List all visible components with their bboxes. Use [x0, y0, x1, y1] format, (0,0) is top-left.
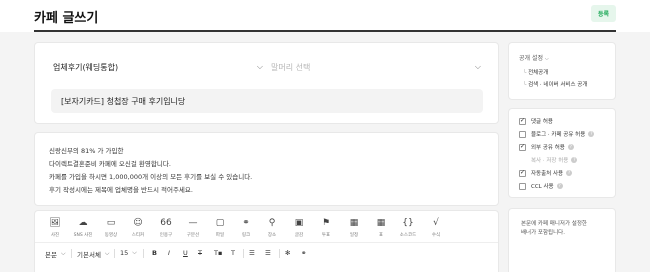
info-line: 배너가 포함됩니다.: [521, 230, 565, 236]
title-input-value: [보자기카드] 청첩장 구매 후기입니당: [61, 96, 186, 106]
cloud-icon: ☁: [78, 218, 88, 228]
quote-icon: 66: [160, 218, 172, 228]
page-title: 카페 글쓰기: [34, 11, 99, 26]
line-icon: —: [188, 218, 198, 228]
help-icon[interactable]: ?: [566, 170, 573, 176]
head-select-placeholder: 말머리 선택: [271, 62, 311, 72]
checkbox-checked[interactable]: ✓: [519, 169, 526, 177]
chevron-down-icon: ⌵: [104, 250, 110, 257]
chevron-down-icon: ⌵: [474, 62, 481, 71]
format-divider: [243, 249, 244, 258]
options-panel: ✓ 댓글 허용 블로그 · 카페 공유 허용 ? ✓ 외부 공유 허용 ? 복사…: [508, 108, 616, 198]
format-divider: [71, 249, 72, 258]
smile-icon: ☺: [133, 218, 143, 228]
video-tool[interactable]: ▭ 동영상: [100, 217, 122, 239]
source-code-tool[interactable]: {} 소스코드: [397, 217, 419, 239]
table-icon: ▦: [376, 218, 386, 228]
schedule-tool[interactable]: ▦ 일정: [343, 217, 365, 239]
paragraph-style-select[interactable]: 본문 ⌵: [45, 249, 66, 259]
sns-photo-tool[interactable]: ☁ SNS 사진: [72, 217, 94, 239]
text-color-icon[interactable]: T▪: [214, 249, 222, 257]
font-size-select[interactable]: 15 ⌵: [120, 249, 137, 257]
link-icon[interactable]: ⚭: [301, 249, 306, 257]
formula-icon: √: [433, 218, 439, 228]
chevron-down-icon: ⌵: [132, 249, 137, 256]
photo-icon: 🖼: [49, 218, 61, 228]
checkbox-checked[interactable]: ✓: [519, 143, 526, 151]
link-icon: ⚭: [242, 218, 250, 228]
notice-line: 다이렉트결혼준비 카페에 오신걸 환영합니다.: [49, 160, 171, 168]
corner-arrow-icon: └: [523, 82, 527, 88]
toolbar-divider: [35, 242, 498, 243]
formula-tool[interactable]: √ 수식: [425, 217, 447, 239]
code-icon: {}: [402, 218, 414, 228]
option-auto-source[interactable]: ✓ 자동출처 사용 ?: [519, 169, 573, 177]
header-divider: [34, 30, 616, 32]
help-icon[interactable]: ?: [588, 131, 595, 137]
strikethrough-icon[interactable]: T: [198, 249, 202, 257]
chevron-down-icon: ⌵: [60, 250, 66, 257]
underline-icon[interactable]: U: [183, 249, 188, 257]
align-icon[interactable]: ☰: [249, 249, 255, 257]
photo-tool[interactable]: 🖼 사진: [44, 217, 66, 239]
checkbox-disabled: [519, 156, 526, 164]
checkbox-unchecked[interactable]: [519, 130, 526, 138]
help-icon[interactable]: ?: [571, 157, 578, 163]
title-card: 업체후기(웨딩통합) ⌵ 말머리 선택 ⌵ [보자기카드] 청첩장 구매 후기입…: [34, 42, 499, 124]
chevron-down-icon: ⌵: [256, 62, 263, 71]
open-item-search[interactable]: └ 검색 · 네이버 서비스 공개: [523, 80, 587, 88]
submit-button[interactable]: 등록: [591, 5, 616, 22]
material-icon: ▣: [294, 218, 304, 228]
format-divider: [143, 249, 144, 258]
file-icon: ▢: [215, 218, 225, 228]
italic-icon[interactable]: I: [168, 249, 170, 257]
option-external-share[interactable]: ✓ 외부 공유 허용 ?: [519, 143, 574, 151]
help-icon[interactable]: ?: [567, 144, 574, 150]
open-settings-toggle[interactable]: 공개 설정 ⌵: [519, 53, 549, 62]
notice-line: 후기 작성시에는 제목에 업체명을 반드시 적어주세요.: [49, 186, 193, 194]
open-item-public[interactable]: └ 전체공개: [523, 68, 548, 76]
corner-arrow-icon: └: [523, 70, 527, 76]
divider-tool[interactable]: — 구분선: [182, 217, 204, 239]
text-background-icon[interactable]: T: [231, 249, 235, 257]
option-ccl[interactable]: CCL 사용 ?: [519, 182, 563, 190]
file-tool[interactable]: ▢ 파일: [209, 217, 231, 239]
info-line: 본문에 카페 매니저가 설정한: [521, 221, 587, 227]
format-divider: [114, 249, 115, 258]
title-input[interactable]: [보자기카드] 청첩장 구매 후기입니당: [51, 89, 483, 113]
flag-icon: ⚑: [321, 218, 331, 228]
material-tool[interactable]: ▣ 글감: [288, 217, 310, 239]
checkbox-checked[interactable]: ✓: [519, 117, 526, 125]
editor-card: 🖼 사진 ☁ SNS 사진 ▭ 동영상 ☺ 스티커 66 인용구 — 구분선 ▢…: [34, 210, 499, 272]
calendar-icon: ▦: [349, 218, 359, 228]
head-select[interactable]: 말머리 선택 ⌵: [271, 57, 481, 77]
sticker-tool[interactable]: ☺ 스티커: [127, 217, 149, 239]
header: 카페 글쓰기 등록: [0, 0, 650, 32]
vote-tool[interactable]: ⚑ 투표: [315, 217, 337, 239]
special-char-icon[interactable]: ✻: [285, 249, 290, 257]
table-tool[interactable]: ▦ 표: [370, 217, 392, 239]
board-select[interactable]: 업체후기(웨딩통합) ⌵: [53, 57, 263, 77]
board-select-value: 업체후기(웨딩통합): [53, 62, 119, 72]
place-tool[interactable]: ⚲ 장소: [261, 217, 283, 239]
help-icon[interactable]: ?: [556, 183, 563, 189]
banner-info-panel: 본문에 카페 매니저가 설정한 배너가 포함됩니다.: [508, 208, 616, 272]
bold-icon[interactable]: B: [152, 249, 157, 257]
line-spacing-icon[interactable]: ☰: [265, 249, 271, 257]
option-comments[interactable]: ✓ 댓글 허용: [519, 117, 553, 125]
chevron-down-icon: ⌵: [544, 56, 549, 62]
quote-tool[interactable]: 66 인용구: [155, 217, 177, 239]
checkbox-unchecked[interactable]: [519, 182, 526, 190]
format-divider: [279, 249, 280, 258]
notice-line: 카페를 가입을 하시면 1,000,000개 이상의 모든 후기를 보실 수 있…: [49, 173, 253, 181]
open-settings-panel: 공개 설정 ⌵ └ 전체공개 └ 검색 · 네이버 서비스 공개: [508, 42, 616, 100]
video-icon: ▭: [106, 218, 116, 228]
option-copy-save: 복사 · 저장 허용 ?: [519, 156, 578, 164]
option-blog-share[interactable]: 블로그 · 카페 공유 허용 ?: [519, 130, 595, 138]
link-tool[interactable]: ⚭ 링크: [235, 217, 257, 239]
notice-card: 신랑신부의 81% 가 가입한 다이렉트결혼준비 카페에 오신걸 환영합니다. …: [34, 132, 499, 206]
map-pin-icon: ⚲: [268, 218, 276, 228]
notice-line: 신랑신부의 81% 가 가입한: [49, 147, 124, 155]
font-select[interactable]: 기본서체 ⌵: [77, 249, 109, 259]
